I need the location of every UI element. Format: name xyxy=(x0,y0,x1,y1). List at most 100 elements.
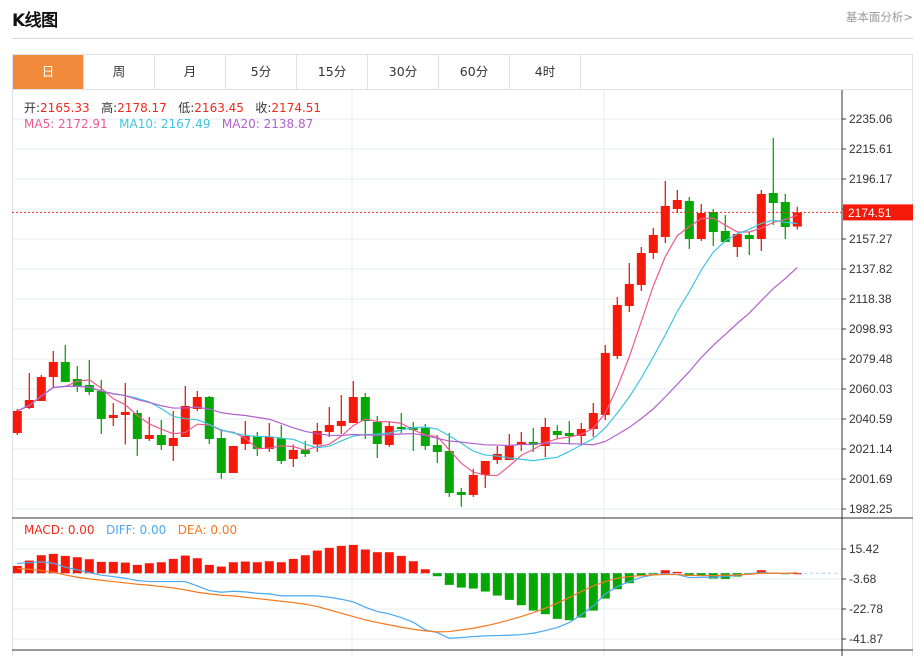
macd-bar xyxy=(156,562,166,574)
low-label: 低: xyxy=(178,101,195,115)
candle xyxy=(648,227,658,259)
candle xyxy=(636,246,646,291)
macd-bar xyxy=(228,562,238,574)
candle xyxy=(588,402,598,437)
candle xyxy=(108,402,118,426)
candle xyxy=(732,233,742,257)
price-tick-label: 1982.25 xyxy=(849,502,893,516)
ma-legend: MA5: 2172.91 MA10: 2167.49 MA20: 2138.87 xyxy=(24,117,313,131)
macd-bar xyxy=(96,561,106,574)
macd-bar xyxy=(324,547,334,574)
price-tick-label: 2235.06 xyxy=(849,112,893,126)
candle-body xyxy=(420,427,430,446)
candle-body xyxy=(672,199,682,209)
candle xyxy=(516,431,526,451)
price-tick-label: 2060.03 xyxy=(849,382,893,396)
candle xyxy=(144,416,154,441)
price-tick-label: 2137.82 xyxy=(849,262,893,276)
candle-body xyxy=(372,421,382,444)
candle xyxy=(276,424,286,464)
candle xyxy=(564,420,574,445)
macd-bar xyxy=(360,549,370,574)
candle xyxy=(792,206,802,230)
macd-tick-label: -3.68 xyxy=(849,572,877,586)
macd-bar xyxy=(504,573,514,600)
macd-bar xyxy=(492,573,502,596)
price-tick-label: 2021.14 xyxy=(849,442,893,456)
close-label: 收: xyxy=(255,101,272,115)
candle xyxy=(324,406,334,437)
candle-body xyxy=(684,200,694,239)
candle-body xyxy=(696,212,706,239)
ma5-value: MA5: 2172.91 xyxy=(24,117,108,131)
candle-body xyxy=(792,212,802,227)
ma20-value: MA20: 2138.87 xyxy=(221,117,314,131)
candle-body xyxy=(648,234,658,253)
candle xyxy=(168,410,178,461)
candle-body xyxy=(552,430,562,435)
candle-body xyxy=(432,444,442,452)
macd-bar xyxy=(204,564,214,574)
candle xyxy=(504,433,514,460)
price-tick-label: 2040.59 xyxy=(849,412,893,426)
macd-bar xyxy=(456,573,466,588)
candle-body xyxy=(216,437,226,473)
candle xyxy=(780,193,790,239)
candle-body xyxy=(348,396,358,423)
macd-tick-label: -22.78 xyxy=(849,602,883,616)
candle-body xyxy=(228,445,238,473)
macd-bar xyxy=(120,562,130,574)
macd-bar xyxy=(348,544,358,574)
macd-bar xyxy=(564,573,574,621)
candle-body xyxy=(12,410,22,433)
macd-bar xyxy=(576,573,586,618)
price-tick-label: 2098.93 xyxy=(849,322,893,336)
candle-body xyxy=(564,432,574,436)
macd-bar xyxy=(372,552,382,574)
candle xyxy=(720,214,730,242)
candle xyxy=(360,392,370,439)
candle xyxy=(36,374,46,401)
candle-body xyxy=(336,420,346,426)
price-tick-label: 2196.17 xyxy=(849,172,893,186)
macd-tick-label: 15.42 xyxy=(849,542,879,556)
macd-bar xyxy=(516,573,526,606)
candle xyxy=(444,432,454,497)
candle-body xyxy=(456,491,466,495)
candle-body xyxy=(360,396,370,421)
candle-body xyxy=(120,411,130,415)
candle-body xyxy=(660,205,670,237)
macd-bar xyxy=(252,562,262,574)
candle xyxy=(744,231,754,255)
macd-bar xyxy=(276,562,286,574)
candle-body xyxy=(96,390,106,419)
macd-bar xyxy=(552,573,562,619)
candle-body xyxy=(144,434,154,439)
candle-body xyxy=(756,193,766,239)
macd-bar xyxy=(588,573,598,611)
candle-body xyxy=(132,412,142,439)
macd-bar xyxy=(192,558,202,574)
candle xyxy=(684,196,694,249)
candle-body xyxy=(168,437,178,446)
macd-bar xyxy=(312,550,322,574)
current-price-label: 2174.51 xyxy=(848,206,892,220)
candle-body xyxy=(48,361,58,377)
ma10-value: MA10: 2167.49 xyxy=(119,117,211,131)
macd-bar xyxy=(408,561,418,574)
candle-body xyxy=(468,474,478,495)
candle-body xyxy=(60,361,70,382)
candle-body xyxy=(708,211,718,232)
candle-body xyxy=(276,437,286,461)
macd-bar xyxy=(264,561,274,574)
macd-tick-label: -41.87 xyxy=(849,632,883,646)
macd-bar xyxy=(108,561,118,574)
candle-body xyxy=(744,234,754,239)
macd-value: MACD: 0.00 xyxy=(24,523,95,537)
candle xyxy=(624,262,634,312)
dea-line xyxy=(17,567,798,633)
candle xyxy=(336,394,346,434)
macd-bar xyxy=(336,545,346,574)
dea-value: DEA: 0.00 xyxy=(177,523,238,537)
macd-bar xyxy=(432,573,442,577)
